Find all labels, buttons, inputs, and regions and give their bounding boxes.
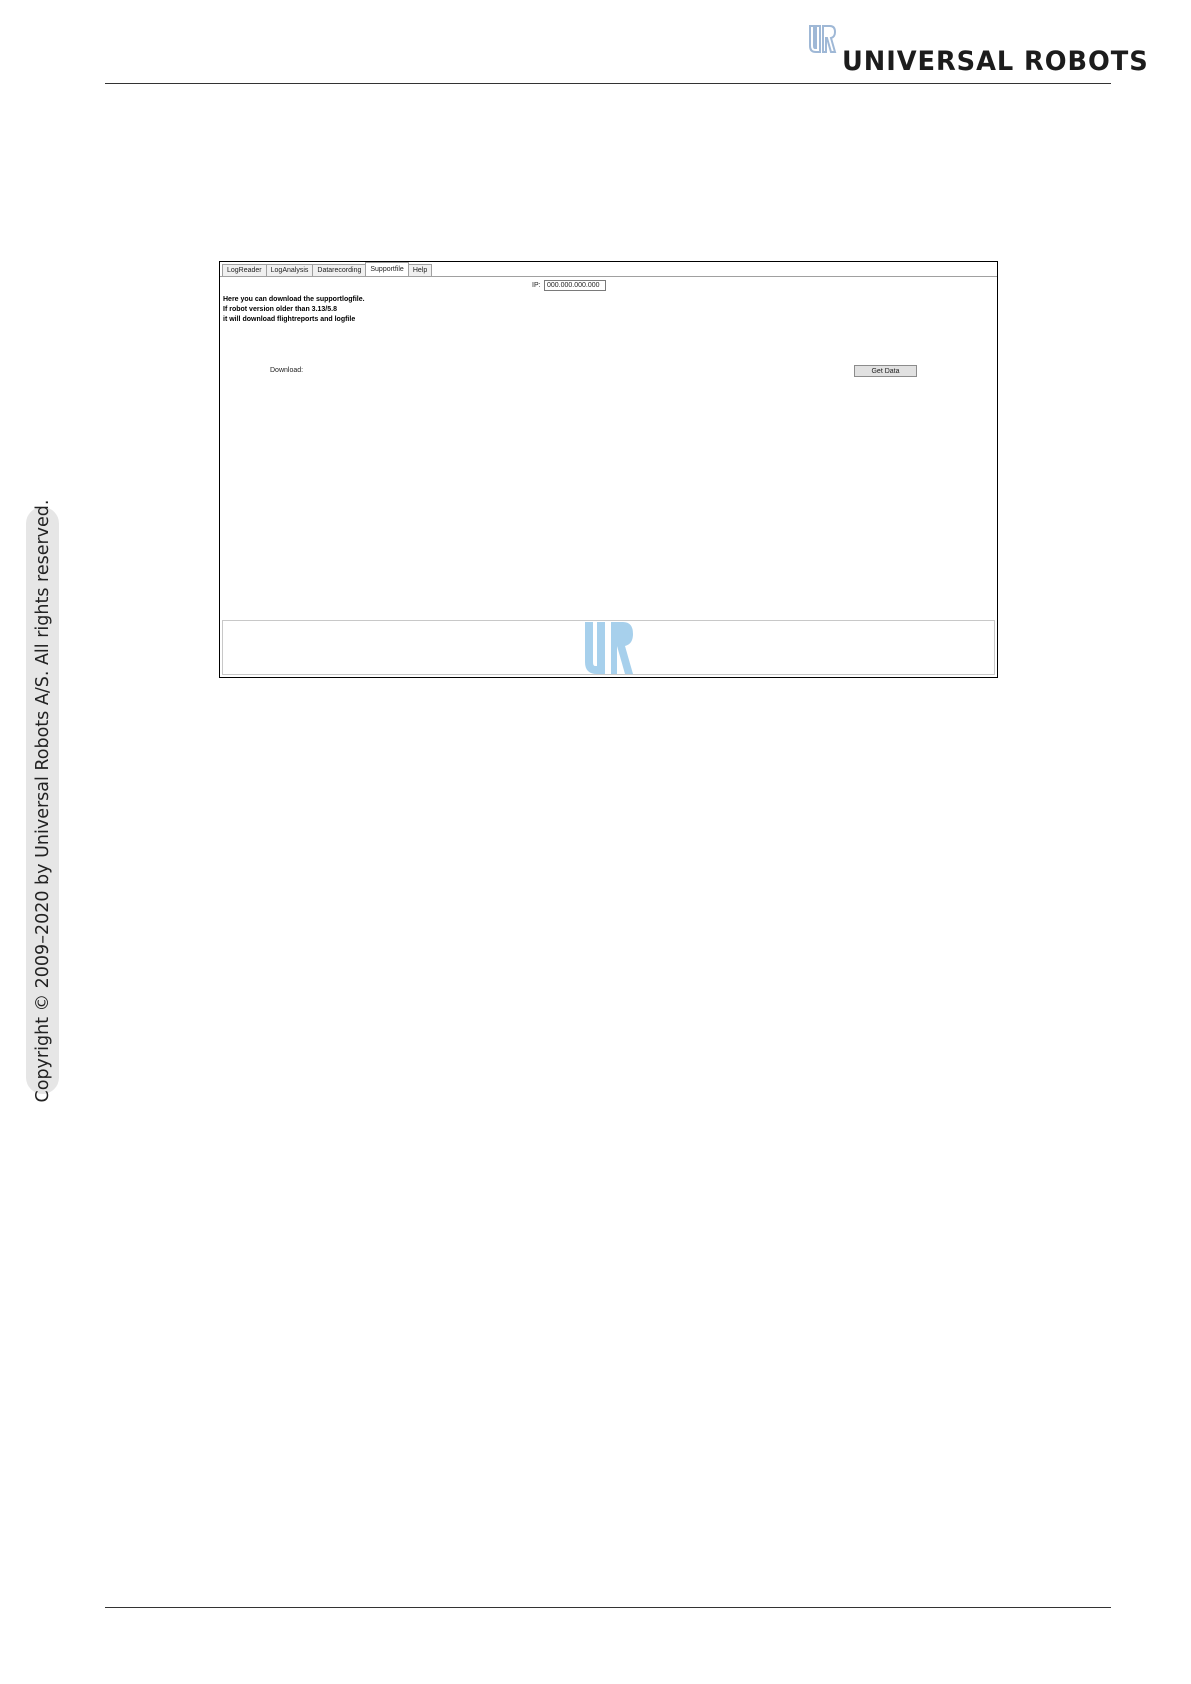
tab-loganalysis[interactable]: LogAnalysis [265,264,314,276]
header-rule [105,83,1111,84]
info-line: Here you can download the supportlogfile… [223,296,365,303]
info-text: Here you can download the supportlogfile… [223,295,365,325]
tab-datarecording[interactable]: Datarecording [312,264,367,276]
tab-help[interactable]: Help [407,264,433,276]
info-line: it will download flightreports and logfi… [223,316,356,323]
ur-logo-icon [585,622,633,674]
brand-name: UNIVERSAL ROBOTS [842,46,1149,77]
ur-logo-icon [809,25,837,53]
download-label: Download: [270,367,304,374]
copyright-text: Copyright © 2009–2020 by Universal Robot… [32,499,53,1102]
ip-input[interactable] [544,280,606,291]
footer-rule [105,1607,1111,1608]
support-tool-window: LogReader LogAnalysis Datarecording Supp… [219,261,998,678]
copyright-sidebar: Copyright © 2009–2020 by Universal Robot… [26,499,59,1102]
tab-logreader[interactable]: LogReader [222,264,267,276]
tab-supportfile[interactable]: Supportfile [365,262,409,276]
info-line: If robot version older than 3.13/5.8 [223,306,337,313]
tab-bar: LogReader LogAnalysis Datarecording Supp… [222,262,433,277]
footer-panel [222,620,995,675]
ip-label: IP: [532,282,541,289]
get-data-button[interactable]: Get Data [854,365,917,377]
